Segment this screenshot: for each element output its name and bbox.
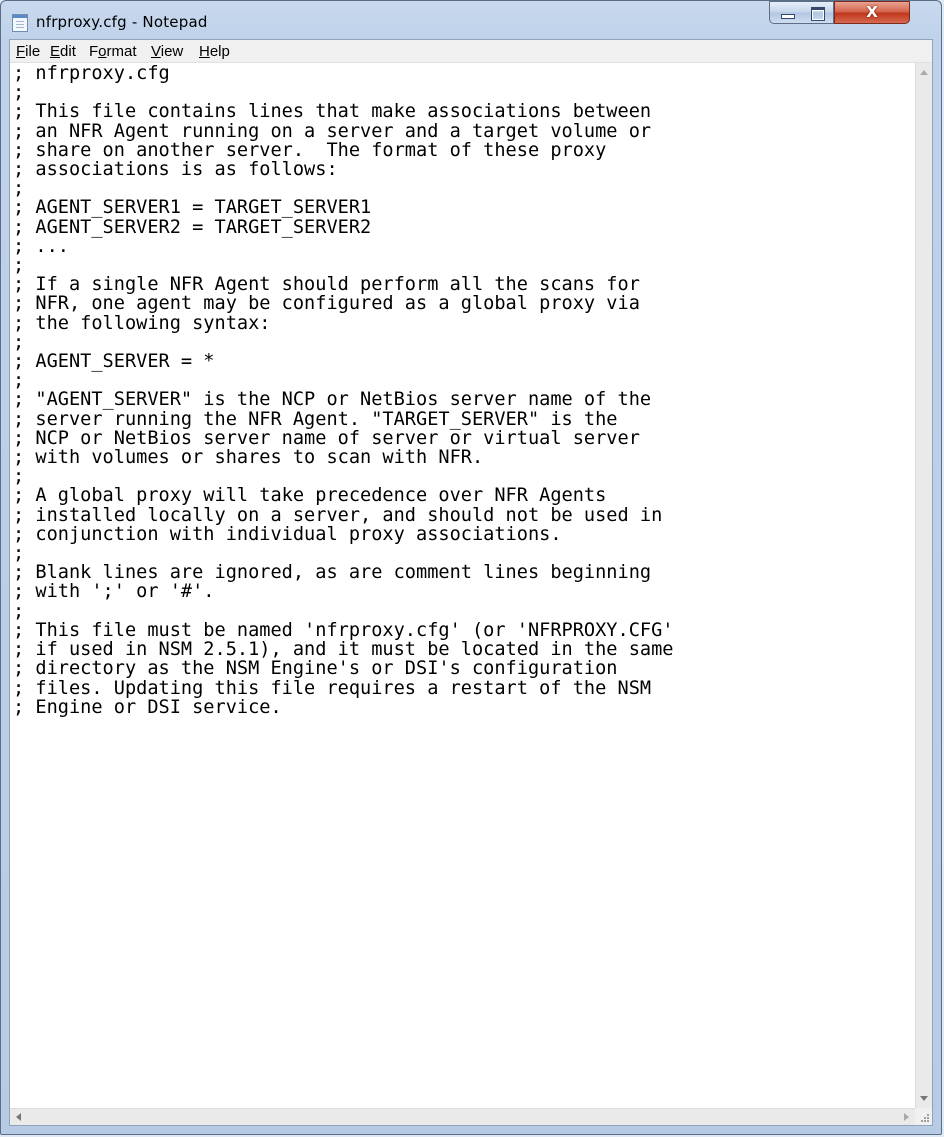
maximize-button[interactable]: [802, 1, 834, 24]
document-line[interactable]: ; Engine or DSI service.: [13, 697, 282, 718]
scroll-up-icon[interactable]: [920, 70, 928, 75]
document-text[interactable]: ; nfrproxy.cfg ; ; This file contains li…: [13, 64, 673, 717]
document-line[interactable]: ; the following syntax:: [13, 313, 270, 334]
document-line[interactable]: ; files. Updating this file requires a r…: [13, 678, 651, 699]
menu-bar: File Edit Format View Help: [10, 40, 932, 63]
window-title: nfrproxy.cfg - Notepad: [36, 13, 208, 31]
document-line[interactable]: ; nfrproxy.cfg: [13, 63, 170, 84]
document-line[interactable]: ; share on another server. The format of…: [13, 140, 606, 161]
document-line[interactable]: ; installed locally on a server, and sho…: [13, 505, 662, 526]
document-line[interactable]: ;: [13, 466, 24, 487]
document-line[interactable]: ;: [13, 601, 24, 622]
resize-grip-icon[interactable]: [915, 1108, 932, 1125]
document-line[interactable]: ; an NFR Agent running on a server and a…: [13, 121, 651, 142]
notepad-icon[interactable]: [12, 14, 28, 32]
document-line[interactable]: ; "AGENT_SERVER" is the NCP or NetBios s…: [13, 389, 651, 410]
scroll-right-icon[interactable]: [904, 1113, 909, 1121]
document-line[interactable]: ; if used in NSM 2.5.1), and it must be …: [13, 639, 673, 660]
document-line[interactable]: ; This file must be named 'nfrproxy.cfg'…: [13, 620, 673, 641]
close-button[interactable]: X: [834, 1, 910, 24]
menu-edit[interactable]: Edit: [50, 43, 76, 60]
document-line[interactable]: ; This file contains lines that make ass…: [13, 101, 651, 122]
document-line[interactable]: ; AGENT_SERVER = *: [13, 351, 215, 372]
minimize-icon: [781, 14, 795, 19]
minimize-button[interactable]: [769, 1, 803, 24]
document-line[interactable]: ; A global proxy will take precedence ov…: [13, 485, 606, 506]
document-line[interactable]: ;: [13, 178, 24, 199]
document-line[interactable]: ;: [13, 370, 24, 391]
document-line[interactable]: ; associations is as follows:: [13, 159, 338, 180]
client-area: File Edit Format View Help ; nfrproxy.cf…: [9, 39, 933, 1126]
document-line[interactable]: ;: [13, 543, 24, 564]
document-line[interactable]: ; AGENT_SERVER1 = TARGET_SERVER1: [13, 197, 371, 218]
document-line[interactable]: ;: [13, 332, 24, 353]
document-line[interactable]: ; NFR, one agent may be configured as a …: [13, 293, 640, 314]
document-line[interactable]: ; conjunction with individual proxy asso…: [13, 524, 562, 545]
menu-file[interactable]: File: [16, 43, 40, 60]
document-line[interactable]: ; ...: [13, 236, 69, 257]
scroll-down-icon[interactable]: [920, 1096, 928, 1101]
menu-format[interactable]: Format: [89, 43, 137, 60]
document-line[interactable]: ; with volumes or shares to scan with NF…: [13, 447, 483, 468]
document-line[interactable]: ; Blank lines are ignored, as are commen…: [13, 562, 651, 583]
vertical-scrollbar[interactable]: [915, 63, 932, 1108]
document-line[interactable]: ; directory as the NSM Engine's or DSI's…: [13, 658, 618, 679]
document-line[interactable]: ; If a single NFR Agent should perform a…: [13, 274, 640, 295]
notepad-window: nfrproxy.cfg - Notepad X File Edit Forma…: [0, 0, 942, 1135]
maximize-icon: [811, 7, 825, 21]
document-line[interactable]: ; AGENT_SERVER2 = TARGET_SERVER2: [13, 217, 371, 238]
menu-help[interactable]: Help: [199, 43, 230, 60]
scroll-left-icon[interactable]: [16, 1113, 21, 1121]
menu-view[interactable]: View: [151, 43, 183, 60]
document-line[interactable]: ; with ';' or '#'.: [13, 581, 215, 602]
document-line[interactable]: ;: [13, 82, 24, 103]
document-line[interactable]: ; server running the NFR Agent. "TARGET_…: [13, 409, 618, 430]
title-bar[interactable]: nfrproxy.cfg - Notepad X: [1, 1, 941, 43]
document-line[interactable]: ; NCP or NetBios server name of server o…: [13, 428, 640, 449]
horizontal-scrollbar[interactable]: [10, 1108, 915, 1125]
text-editor[interactable]: ; nfrproxy.cfg ; ; This file contains li…: [10, 63, 915, 1108]
document-line[interactable]: ;: [13, 255, 24, 276]
close-icon: X: [866, 3, 878, 21]
